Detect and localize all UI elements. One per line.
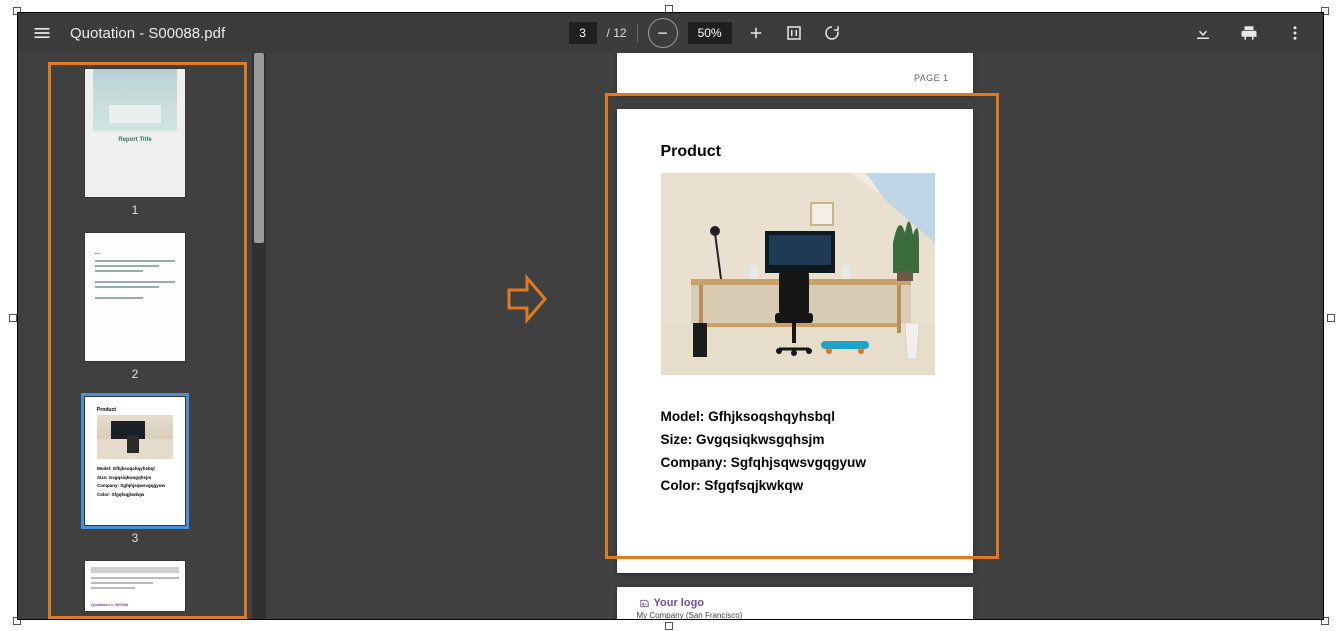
thumbnail-page-3[interactable]: Product Model: Gfhjksoqshqyhsbql Size: G… — [85, 397, 185, 525]
product-attributes: ModelGfhjksoqshqyhsbql SizeGvgqsiqkwsgqh… — [661, 405, 945, 497]
attr-company: CompanySgfqhjsqwsvgqgyuw — [661, 451, 945, 474]
annotation-arrow-icon — [505, 274, 549, 324]
thumbnail-number-2: 2 — [18, 367, 252, 381]
more-menu-button[interactable] — [1281, 19, 1309, 47]
pdf-main-viewport[interactable]: PAGE 1 Product — [266, 53, 1323, 619]
fit-page-button[interactable] — [780, 19, 808, 47]
hamburger-icon[interactable] — [28, 19, 56, 47]
thumbnail-text-preview: — — [95, 251, 175, 302]
pdf-toolbar: Quotation - S00088.pdf / 12 − — [18, 13, 1323, 53]
thumbnail-page-4[interactable]: Quotation # S00088 — [85, 561, 185, 611]
resize-handle-w[interactable] — [9, 314, 17, 322]
zoom-out-button[interactable]: − — [648, 18, 678, 48]
thumbnail-page-1[interactable]: Report Title — [85, 69, 185, 197]
attr-color: ColorSfgqfsqjkwkqw — [661, 474, 945, 497]
pdf-viewer: Quotation - S00088.pdf / 12 − — [17, 12, 1324, 620]
sidebar-scrollbar-thumb[interactable] — [254, 53, 264, 243]
pdf-page-current: Product — [617, 109, 973, 573]
product-heading: Product — [661, 143, 945, 161]
thumbnail-page-2[interactable]: — — [85, 233, 185, 361]
page-label: PAGE 1 — [914, 73, 949, 83]
thumbnail-cover-image — [93, 69, 177, 131]
thumbnail-sidebar: Report Title 1 — — [18, 53, 266, 619]
print-button[interactable] — [1235, 19, 1263, 47]
company-address: My Company (San Francisco) 250 Executive… — [637, 611, 953, 619]
sidebar-scrollbar-track[interactable] — [252, 53, 266, 619]
product-image — [661, 173, 935, 375]
resize-handle-e[interactable] — [1327, 314, 1335, 322]
attr-size: SizeGvgqsiqkwsgqhsjm — [661, 428, 945, 451]
pdf-page-previous-stub: PAGE 1 — [617, 53, 973, 95]
thumbnail-cover-title: Report Title — [85, 137, 185, 143]
resize-handle-s[interactable] — [665, 622, 673, 630]
page-total-label: / 12 — [607, 26, 627, 40]
document-title: Quotation - S00088.pdf — [70, 25, 225, 42]
rotate-button[interactable] — [818, 19, 846, 47]
thumbnail-number-3: 3 — [18, 531, 252, 545]
download-button[interactable] — [1189, 19, 1217, 47]
logo-placeholder: Your logo — [637, 593, 953, 611]
zoom-in-button[interactable] — [742, 19, 770, 47]
thumbnail-number-1: 1 — [18, 203, 252, 217]
attr-model: ModelGfhjksoqshqyhsbql — [661, 405, 945, 428]
toolbar-separator — [637, 24, 638, 42]
page-number-input[interactable] — [569, 22, 597, 44]
pdf-page-next-stub: Your logo My Company (San Francisco) 250… — [617, 587, 973, 619]
zoom-level-input[interactable] — [688, 22, 732, 44]
editor-canvas: Quotation - S00088.pdf / 12 − — [0, 0, 1341, 631]
